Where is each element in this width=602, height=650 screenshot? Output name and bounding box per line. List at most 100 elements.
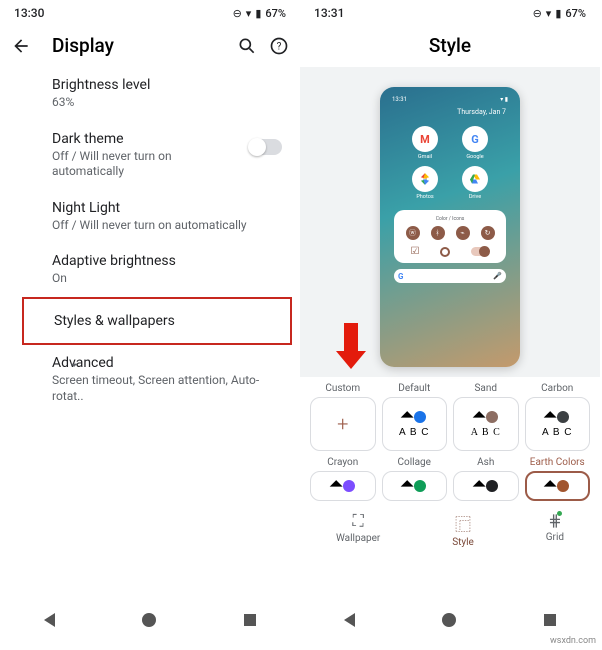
- status-icons: ⊖ ▾ ▮ 67%: [533, 7, 586, 20]
- item-subtitle: Off / Will never turn on automatically: [52, 149, 212, 180]
- color-dot: [557, 480, 569, 492]
- preview-date: Thursday, Jan 7: [388, 108, 512, 116]
- styles-wallpapers-item[interactable]: Styles & wallpapers: [22, 297, 292, 345]
- wallpaper-tab[interactable]: ⛶ Wallpaper: [336, 511, 380, 548]
- battery-text: 67%: [565, 7, 586, 20]
- status-bar: 13:31 ⊖ ▾ ▮ 67%: [300, 0, 600, 20]
- style-row: ◥: [545, 410, 569, 424]
- wifi-icon: ▾: [546, 7, 552, 20]
- control-row: ☑: [400, 246, 500, 257]
- svg-text:?: ?: [277, 41, 282, 52]
- nav-recent[interactable]: [244, 614, 256, 626]
- bluetooth-chip-icon: ᚼ: [431, 226, 445, 240]
- style-picker-screen: 13:31 ⊖ ▾ ▮ 67% Style 13:31▾ ▮ Thursday,…: [300, 0, 600, 640]
- rotate-chip-icon: ↻: [481, 226, 495, 240]
- advanced-item[interactable]: Advanced Screen timeout, Screen attentio…: [52, 345, 300, 414]
- app-label: Drive: [469, 194, 481, 200]
- item-subtitle: Screen timeout, Screen attention, Auto-r…: [52, 373, 286, 404]
- dark-theme-item[interactable]: Dark theme Off / Will never turn on auto…: [52, 121, 300, 190]
- wifi-chip-icon: ⓦ: [406, 226, 420, 240]
- style-label: Sand: [453, 383, 519, 394]
- app-label: Google: [466, 154, 483, 160]
- item-title: Styles & wallpapers: [54, 313, 276, 329]
- style-preview-box: ◥: [310, 471, 376, 501]
- preview-icons: ▾ ▮: [500, 96, 508, 103]
- style-option-sand[interactable]: Sand ◥A B C: [453, 383, 519, 451]
- nav-back[interactable]: [44, 613, 55, 627]
- settings-list: Brightness level 63% Dark theme Off / Wi…: [0, 67, 300, 414]
- style-label: Default: [382, 383, 448, 394]
- app-bar: Style: [300, 20, 600, 67]
- font-sample: A B C: [542, 427, 573, 438]
- color-dot: [486, 411, 498, 423]
- battery-icon: ▮: [555, 7, 561, 20]
- nav-bar: [0, 600, 300, 640]
- tab-label: Wallpaper: [336, 533, 380, 544]
- style-option-collage[interactable]: Collage ◥: [382, 457, 448, 501]
- style-icon: ⿸: [455, 511, 471, 535]
- style-option-custom[interactable]: Custom+: [310, 383, 376, 451]
- nav-recent[interactable]: [544, 614, 556, 626]
- preview-area: 13:31▾ ▮ Thursday, Jan 7 MGmail GGoogle …: [300, 67, 600, 377]
- night-light-item[interactable]: Night Light Off / Will never turn on aut…: [52, 190, 300, 244]
- style-option-carbon[interactable]: Carbon ◥ A B C: [525, 383, 591, 451]
- style-preview-box: ◥: [453, 471, 519, 501]
- font-sample: A B C: [399, 427, 430, 438]
- style-option-default[interactable]: Default ◥ A B C: [382, 383, 448, 451]
- brightness-level-item[interactable]: Brightness level 63%: [52, 67, 300, 121]
- style-option-ash[interactable]: Ash◥: [453, 457, 519, 501]
- style-row: ◥: [545, 479, 569, 493]
- chevron-down-icon: [66, 357, 82, 377]
- color-dot: [486, 480, 498, 492]
- item-title: Adaptive brightness: [52, 253, 286, 269]
- style-row: ◥: [331, 479, 355, 493]
- style-option-earth-colors[interactable]: Earth Colors◥: [525, 457, 591, 501]
- style-row: ◥: [474, 410, 498, 424]
- style-option-crayon[interactable]: Crayon◥: [310, 457, 376, 501]
- style-label: Collage: [382, 457, 448, 468]
- color-dot: [414, 480, 426, 492]
- nav-bar: [300, 600, 600, 640]
- grid-icon: ⋕: [548, 511, 561, 530]
- photos-app-icon: Photos: [406, 166, 444, 200]
- color-dot: [343, 480, 355, 492]
- nav-home[interactable]: [442, 613, 456, 627]
- style-preview-box: ◥A B C: [453, 397, 519, 451]
- wifi-icon: ◥: [542, 478, 558, 494]
- back-icon[interactable]: [10, 35, 32, 57]
- app-label: Photos: [416, 194, 433, 200]
- app-label: Gmail: [418, 154, 432, 160]
- gmail-app-icon: MGmail: [406, 126, 444, 160]
- wallpaper-icon: ⛶: [353, 511, 364, 531]
- help-icon[interactable]: ?: [268, 35, 290, 57]
- nav-home[interactable]: [142, 613, 156, 627]
- wifi-icon: ◥: [399, 409, 415, 425]
- style-row: ◥: [402, 479, 426, 493]
- style-grid: Custom+Default◥A B CSand◥A B CCarbon◥A B…: [300, 377, 600, 503]
- adaptive-brightness-item[interactable]: Adaptive brightness On: [52, 243, 300, 297]
- search-icon[interactable]: [236, 35, 258, 57]
- nav-back[interactable]: [344, 613, 355, 627]
- grid-tab[interactable]: ⋕ Grid: [546, 511, 564, 548]
- homescreen-preview: 13:31▾ ▮ Thursday, Jan 7 MGmail GGoogle …: [380, 87, 520, 367]
- style-row: ◥: [474, 479, 498, 493]
- item-subtitle: 63%: [52, 95, 286, 111]
- page-title: Style: [310, 34, 590, 57]
- style-label: Carbon: [525, 383, 591, 394]
- bottom-tabs: ⛶ Wallpaper ⿸ Style ⋕ Grid: [300, 503, 600, 550]
- drive-app-icon: Drive: [456, 166, 494, 200]
- battery-text: 67%: [265, 7, 286, 20]
- wifi-icon: ◥: [542, 409, 558, 425]
- wifi-icon: ◥: [470, 409, 486, 425]
- flashlight-chip-icon: ⌁: [456, 226, 470, 240]
- checkbox-icon: ☑: [411, 246, 420, 257]
- card-header: Color / Icons: [400, 216, 500, 222]
- wifi-icon: ▾: [246, 7, 252, 20]
- plus-icon: +: [337, 412, 348, 436]
- style-tab[interactable]: ⿸ Style: [452, 511, 474, 548]
- red-arrow-annotation: [336, 323, 366, 369]
- status-bar: 13:30 ⊖ ▾ ▮ 67%: [0, 0, 300, 20]
- style-row: ◥: [402, 410, 426, 424]
- dark-theme-toggle[interactable]: [250, 139, 282, 155]
- wifi-icon: ◥: [399, 478, 415, 494]
